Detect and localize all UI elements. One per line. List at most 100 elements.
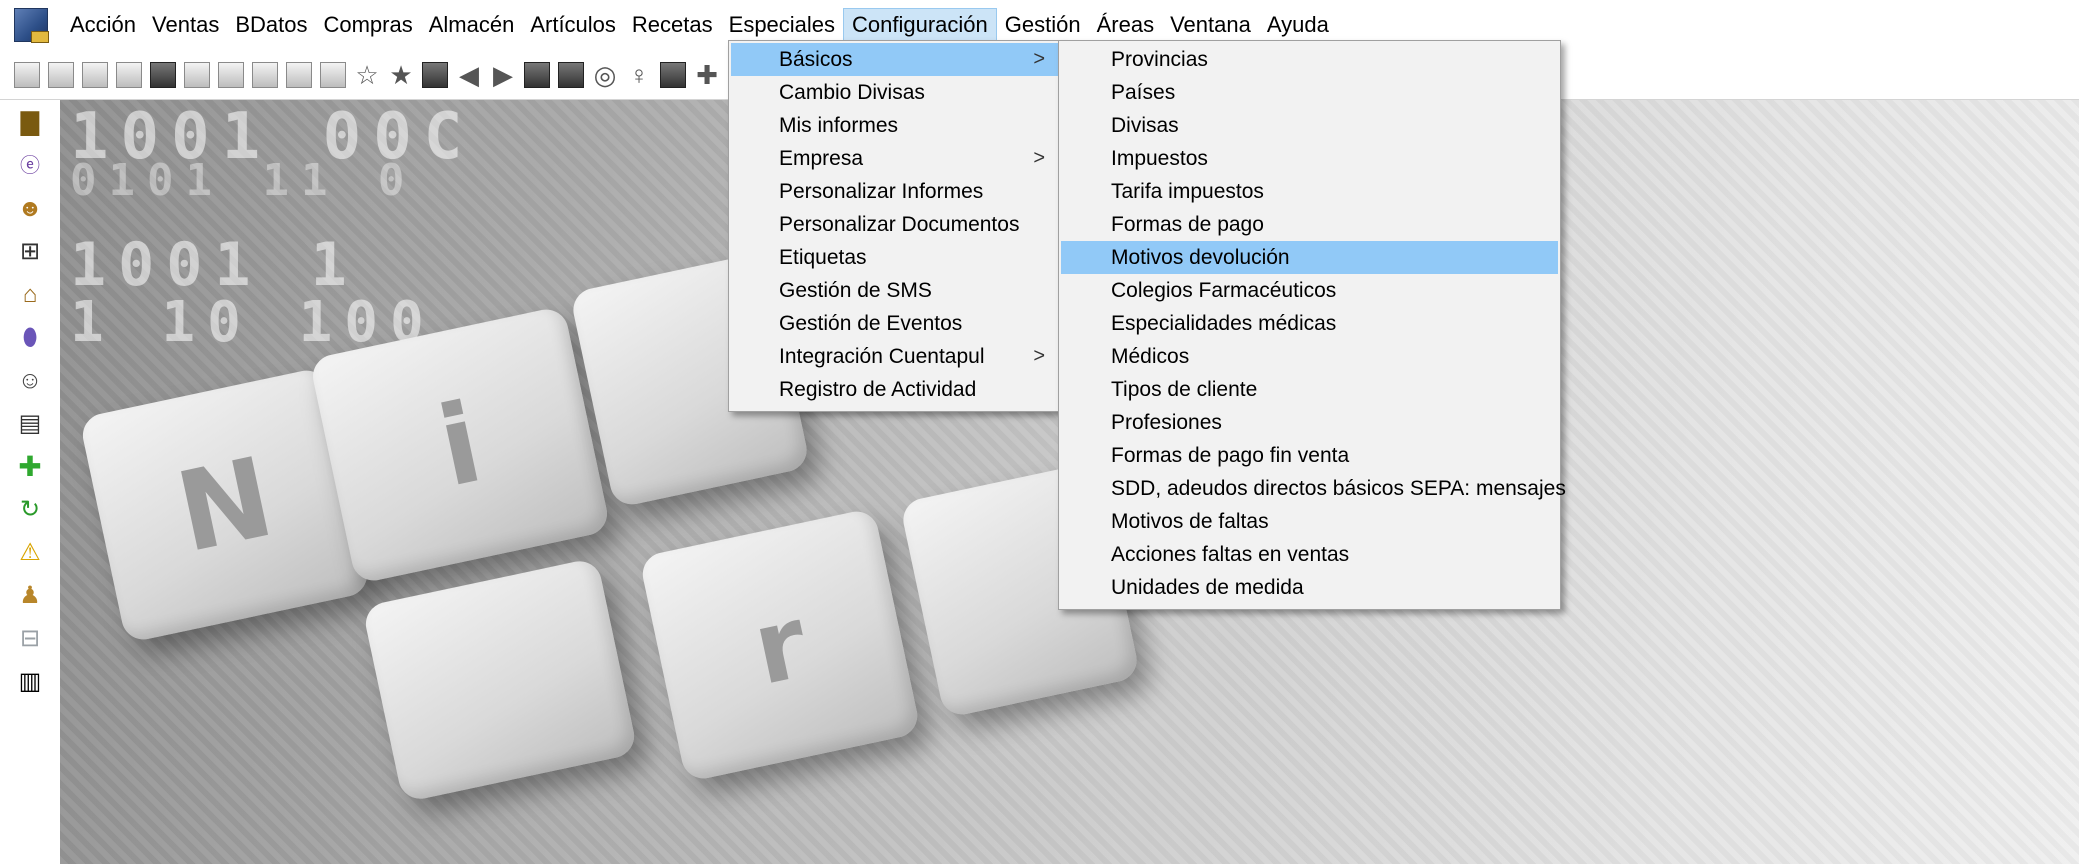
warehouse-icon[interactable]: ⌂ [17,282,43,308]
menu-item-personalizar-documentos[interactable]: Personalizar Documentos [731,208,1059,241]
menu-recetas[interactable]: Recetas [624,8,721,42]
app-icon[interactable] [14,8,49,43]
list-icon[interactable] [14,61,40,88]
menu-item-label: Colegios Farmacéuticos [1111,278,1337,302]
menu-item-registro-actividad[interactable]: Registro de Actividad [731,373,1059,406]
submenu-item-formas-pago-fin-venta[interactable]: Formas de pago fin venta [1061,439,1558,472]
submenu-item-paises[interactable]: Países [1061,76,1558,109]
submenu-item-tipos-cliente[interactable]: Tipos de cliente [1061,373,1558,406]
menu-ventana[interactable]: Ventana [1162,8,1259,42]
submenu-item-colegios-farmaceuticos[interactable]: Colegios Farmacéuticos [1061,274,1558,307]
menu-item-label: Unidades de medida [1111,575,1304,599]
submenu-item-especialidades-medicas[interactable]: Especialidades médicas [1061,307,1558,340]
menu-item-label: Especialidades médicas [1111,311,1337,335]
menu-item-label: Empresa [779,146,864,170]
submenu-item-motivos-devolucion[interactable]: Motivos devolución [1061,241,1558,274]
menu-item-gestion-sms[interactable]: Gestión de SMS [731,274,1059,307]
print-icon[interactable] [558,61,584,88]
register-icon[interactable]: ▇ [17,110,43,136]
search-icon[interactable]: ◎ [592,62,618,88]
menu-areas[interactable]: Áreas [1089,8,1162,42]
menu-item-label: Profesiones [1111,410,1222,434]
star-icon[interactable]: ★ [388,62,414,88]
menu-accion[interactable]: Acción [62,8,144,42]
barcode-icon[interactable]: ▥ [17,669,43,695]
location-icon[interactable]: ♀ [626,62,652,88]
submenu-item-provincias[interactable]: Provincias [1061,43,1558,76]
menu-item-label: Formas de pago [1111,212,1264,236]
menu-item-label: Gestión de SMS [779,278,932,302]
arrow-right-icon[interactable]: ▶ [490,62,516,88]
chevron-right-icon: > [1033,147,1045,169]
menu-item-gestion-eventos[interactable]: Gestión de Eventos [731,307,1059,340]
menu-configuracion[interactable]: Configuración [843,8,997,42]
submenu-item-unidades-medida[interactable]: Unidades de medida [1061,571,1558,604]
document-icon[interactable] [48,61,74,88]
submenu-item-profesiones[interactable]: Profesiones [1061,406,1558,439]
menu-item-label: SDD, adeudos directos básicos SEPA: mens… [1111,476,1566,500]
menu-item-integracion-cuentapul[interactable]: Integración Cuentapul > [731,340,1059,373]
chevron-right-icon: > [1033,48,1045,70]
person-icon[interactable]: ♟ [17,583,43,609]
submenu-item-acciones-faltas[interactable]: Acciones faltas en ventas [1061,538,1558,571]
page-icon[interactable] [116,61,142,88]
menu-almacen[interactable]: Almacén [421,8,523,42]
menu-ayuda[interactable]: Ayuda [1259,8,1337,42]
binary-text: 0101 11 0 [70,155,417,206]
email-icon[interactable]: ⓔ [17,153,43,179]
grid-icon[interactable] [320,61,346,88]
delete-icon[interactable] [218,61,244,88]
submenu-item-divisas[interactable]: Divisas [1061,109,1558,142]
menu-item-label: Básicos [779,47,853,71]
submenu-item-tarifa-impuestos[interactable]: Tarifa impuestos [1061,175,1558,208]
report-icon[interactable] [252,61,278,88]
import-icon[interactable] [524,61,550,88]
menu-item-label: Médicos [1111,344,1190,368]
notes-icon[interactable] [660,61,686,88]
add-icon[interactable]: ✚ [694,62,720,88]
submenu-item-impuestos[interactable]: Impuestos [1061,142,1558,175]
table-icon[interactable] [286,61,312,88]
form-icon[interactable] [184,61,210,88]
save-icon[interactable] [150,61,176,88]
menu-item-label: Mis informes [779,113,899,137]
menu-item-label: Tipos de cliente [1111,377,1258,401]
menu-especiales[interactable]: Especiales [721,8,843,42]
menu-item-label: Motivos devolución [1111,245,1290,269]
edit-icon[interactable] [82,61,108,88]
menu-item-label: Formas de pago fin venta [1111,443,1350,467]
submenu-item-formas-pago[interactable]: Formas de pago [1061,208,1558,241]
menu-item-etiquetas[interactable]: Etiquetas [731,241,1059,274]
user-icon[interactable]: ☻ [17,196,43,222]
menu-gestion[interactable]: Gestión [997,8,1089,42]
menu-item-empresa[interactable]: Empresa > [731,142,1059,175]
pill-icon[interactable]: ⬮ [17,325,43,351]
cart-icon[interactable]: ⊞ [17,239,43,265]
menu-articulos[interactable]: Artículos [522,8,624,42]
network-icon[interactable]: ⊟ [17,626,43,652]
refresh-icon[interactable]: ↻ [17,497,43,523]
warning-icon[interactable]: ⚠ [17,540,43,566]
submenu-item-sdd-sepa[interactable]: SDD, adeudos directos básicos SEPA: mens… [1061,472,1566,505]
menu-bdatos[interactable]: BDatos [227,8,315,42]
menu-item-cambio-divisas[interactable]: Cambio Divisas [731,76,1059,109]
terminal-icon[interactable]: ▤ [17,411,43,437]
export-icon[interactable] [422,61,448,88]
plus-icon[interactable]: ✚ [17,453,43,481]
menu-compras[interactable]: Compras [315,8,420,42]
submenu-item-motivos-faltas[interactable]: Motivos de faltas [1061,505,1558,538]
users-icon[interactable]: ☺ [17,368,43,394]
menu-item-label: Impuestos [1111,146,1208,170]
star-outline-icon[interactable]: ☆ [354,62,380,88]
menu-item-personalizar-informes[interactable]: Personalizar Informes [731,175,1059,208]
keyboard-key [361,557,639,803]
menu-ventas[interactable]: Ventas [144,8,227,42]
menu-item-label: Gestión de Eventos [779,311,963,335]
arrow-left-icon[interactable]: ◀ [456,62,482,88]
menu-item-label: Registro de Actividad [779,377,977,401]
menu-item-label: Integración Cuentapul [779,344,985,368]
submenu-item-medicos[interactable]: Médicos [1061,340,1558,373]
config-menu: Básicos > Cambio Divisas Mis informes Em… [728,40,1062,412]
menu-item-basicos[interactable]: Básicos > [731,43,1059,76]
menu-item-mis-informes[interactable]: Mis informes [731,109,1059,142]
